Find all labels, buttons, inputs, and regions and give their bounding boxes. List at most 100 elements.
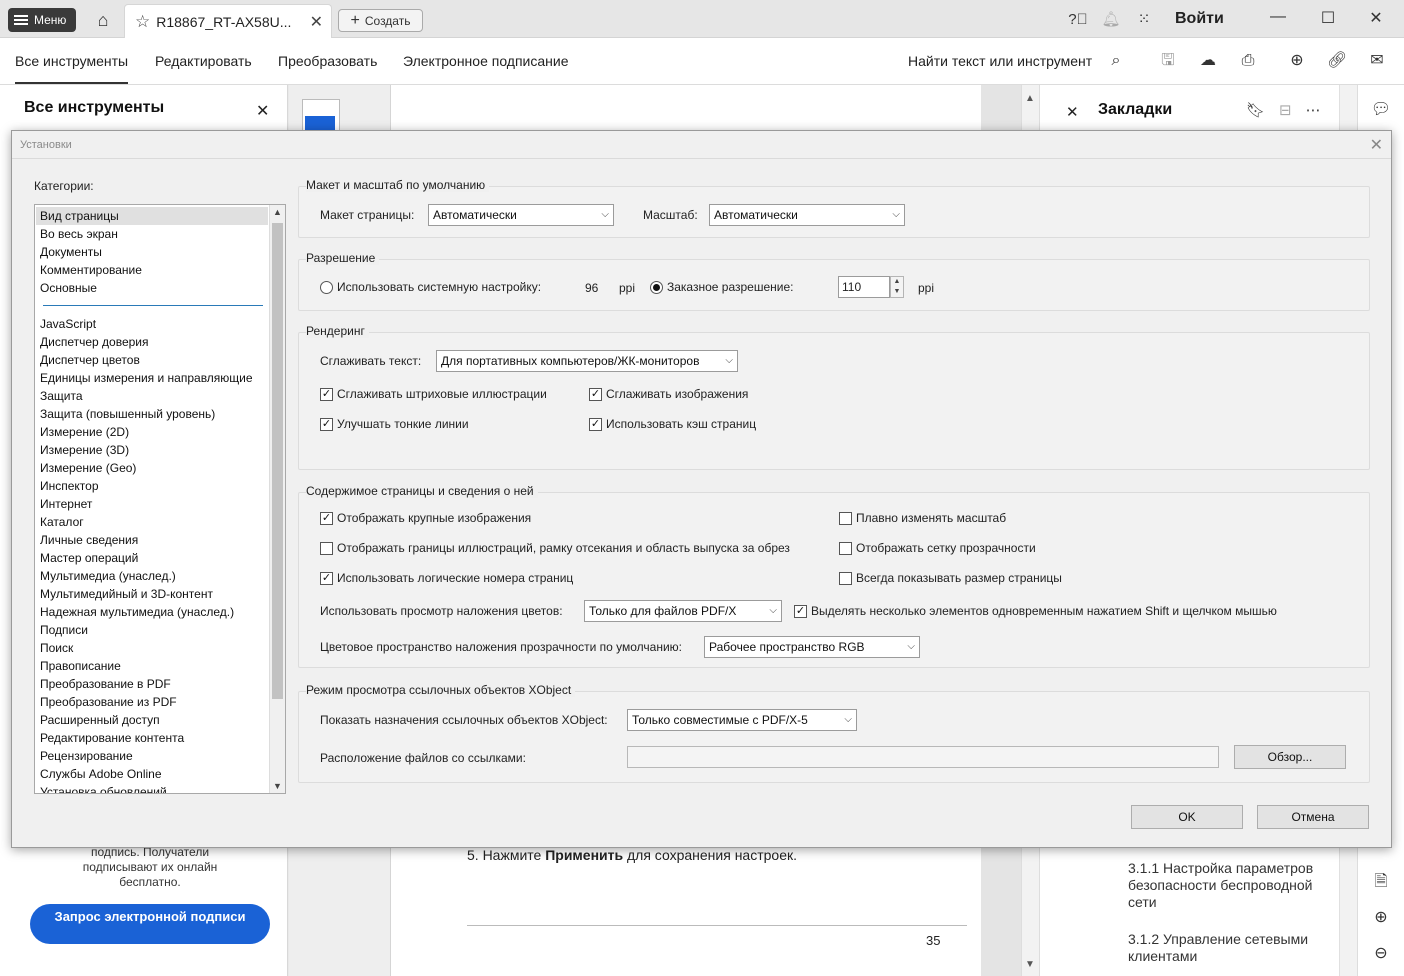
category-item[interactable]: Службы Adobe Online (40, 765, 162, 783)
category-item[interactable]: Защита (повышенный уровень) (40, 405, 215, 423)
category-item[interactable]: Документы (40, 243, 102, 261)
smooth-line-art-checkbox[interactable]: ✓ Сглаживать штриховые иллюстрации (320, 387, 547, 401)
request-signature-button[interactable]: Запрос электронной подписи (30, 904, 270, 944)
zoom-select[interactable]: Автоматически ⌵ (709, 204, 905, 226)
category-item[interactable]: Личные сведения (40, 531, 138, 549)
category-item[interactable]: Правописание (40, 657, 121, 675)
tab-convert[interactable]: Преобразовать (278, 53, 377, 69)
category-item[interactable]: Мультимедийный и 3D-контент (40, 585, 213, 603)
category-item[interactable]: JavaScript (40, 315, 96, 333)
xobject-show-select[interactable]: Только совместимые с PDF/X-5 ⌵ (627, 709, 857, 731)
category-item[interactable]: Каталог (40, 513, 84, 531)
tab-e-sign[interactable]: Электронное подписание (403, 53, 569, 69)
category-item[interactable]: Преобразование из PDF (40, 693, 177, 711)
category-item[interactable]: Диспетчер доверия (40, 333, 149, 351)
category-item[interactable]: Основные (40, 279, 97, 297)
tab-all-tools[interactable]: Все инструменты (15, 53, 129, 84)
category-item[interactable]: Единицы измерения и направляющие (40, 369, 253, 387)
file-location-input[interactable] (627, 746, 1219, 768)
create-button[interactable]: + Создать (338, 9, 423, 32)
zoom-in-icon[interactable]: ⊕ (1370, 907, 1392, 929)
tab-edit[interactable]: Редактировать (155, 53, 252, 69)
page-info-icon[interactable]: 🗎 (1370, 871, 1392, 893)
category-item[interactable]: Защита (40, 387, 83, 405)
save-icon[interactable]: 🖫 (1158, 51, 1178, 71)
link-icon[interactable]: 🔗︎ (1327, 51, 1347, 71)
share-user-icon[interactable]: ⊕ (1287, 51, 1307, 71)
ok-button[interactable]: OK (1131, 805, 1243, 829)
close-panel-icon[interactable]: ✕ (256, 101, 269, 121)
search-icon[interactable]: ⌕ (1106, 51, 1126, 71)
minimize-icon[interactable]: — (1268, 8, 1288, 30)
browse-button[interactable]: Обзор... (1234, 745, 1346, 769)
category-item[interactable]: Надежная мультимедиа (унаслед.) (40, 603, 234, 621)
category-item[interactable]: Вид страницы (36, 207, 268, 225)
categories-scrollbar[interactable]: ▲ ▼ (269, 205, 285, 793)
enhance-thin-lines-checkbox[interactable]: ✓ Улучшать тонкие линии (320, 417, 469, 431)
mail-icon[interactable]: ✉ (1367, 51, 1387, 71)
category-item[interactable]: Преобразование в PDF (40, 675, 171, 693)
scroll-down-icon[interactable]: ▼ (273, 781, 282, 791)
art-boxes-checkbox[interactable]: Отображать границы иллюстраций, рамку от… (320, 541, 790, 555)
apps-grid-icon[interactable]: ⁙ (1134, 10, 1154, 30)
find-text-tool[interactable]: Найти текст или инструмент (908, 53, 1092, 69)
blend-space-select[interactable]: Рабочее пространство RGB ⌵ (704, 636, 920, 658)
cloud-upload-icon[interactable]: ☁ (1198, 51, 1218, 71)
signin-button[interactable]: Войти (1175, 10, 1224, 28)
bookmark-item[interactable]: 3.1.1 Настройка параметров безопасности … (1128, 860, 1328, 911)
category-item[interactable]: Поиск (40, 639, 73, 657)
category-item[interactable]: Мультимедиа (унаслед.) (40, 567, 176, 585)
smooth-text-select[interactable]: Для портативных компьютеров/ЖК-мониторов… (436, 350, 738, 372)
smooth-images-checkbox[interactable]: ✓ Сглаживать изображения (589, 387, 748, 401)
page-cache-checkbox[interactable]: ✓ Использовать кэш страниц (589, 417, 756, 431)
zoom-out-icon[interactable]: ⊖ (1370, 943, 1392, 965)
category-item[interactable]: Мастер операций (40, 549, 138, 567)
document-tab[interactable]: ☆ R18867_RT-AX58U... ✕ (124, 4, 332, 38)
resolution-stepper[interactable]: ▲ ▼ (890, 276, 904, 298)
print-icon[interactable]: ⎙ (1238, 51, 1258, 71)
star-icon[interactable]: ☆ (135, 12, 150, 32)
help-icon[interactable]: ?⃝ (1068, 10, 1088, 30)
close-bookmarks-icon[interactable]: ✕ (1066, 103, 1079, 121)
category-item[interactable]: Комментирование (40, 261, 142, 279)
dialog-close-icon[interactable]: ✕ (1370, 135, 1383, 155)
menu-button[interactable]: Меню (8, 8, 76, 32)
system-resolution-radio[interactable]: Использовать системную настройку: (320, 280, 541, 294)
smooth-zoom-checkbox[interactable]: Плавно изменять масштаб (839, 511, 1006, 525)
category-item[interactable]: Инспектор (40, 477, 99, 495)
add-bookmark-icon[interactable]: 🔖︎ (1246, 102, 1279, 119)
scroll-up-icon[interactable]: ▲ (1025, 93, 1035, 104)
bookmark-icon[interactable]: ⊟ (1279, 102, 1306, 119)
scroll-up-icon[interactable]: ▲ (273, 207, 282, 217)
custom-resolution-radio[interactable]: Заказное разрешение: (650, 280, 794, 294)
category-item[interactable]: Расширенный доступ (40, 711, 160, 729)
categories-list[interactable]: ▲ ▼ Вид страницы Во весь экран Документы Ко… (34, 204, 286, 794)
category-item[interactable]: Во весь экран (40, 225, 118, 243)
category-item[interactable]: Подписи (40, 621, 88, 639)
close-tab-icon[interactable]: ✕ (310, 12, 323, 32)
more-icon[interactable]: ⋯ (1306, 102, 1335, 119)
scroll-down-icon[interactable]: ▼ (1025, 959, 1035, 970)
close-window-icon[interactable]: ✕ (1366, 8, 1386, 30)
comment-icon[interactable]: 💬︎ (1370, 99, 1392, 121)
page-layout-select[interactable]: Автоматически ⌵ (428, 204, 614, 226)
bell-icon[interactable]: 🔔︎ (1101, 10, 1121, 30)
category-item[interactable]: Измерение (2D) (40, 423, 129, 441)
category-item[interactable]: Рецензирование (40, 747, 133, 765)
home-icon[interactable]: ⌂ (92, 9, 114, 31)
category-item[interactable]: Интернет (40, 495, 92, 513)
category-item[interactable]: Измерение (Geo) (40, 459, 136, 477)
category-item[interactable]: Диспетчер цветов (40, 351, 140, 369)
category-item[interactable]: Установка обновлений (40, 783, 167, 793)
scrollbar-thumb[interactable] (272, 223, 283, 699)
shift-select-checkbox[interactable]: ✓ Выделять несколько элементов одновремен… (794, 604, 1277, 618)
transparency-grid-checkbox[interactable]: Отображать сетку прозрачности (839, 541, 1036, 555)
category-item[interactable]: Редактирование контента (40, 729, 184, 747)
logical-pages-checkbox[interactable]: ✓ Использовать логические номера страниц (320, 571, 573, 585)
large-images-checkbox[interactable]: ✓ Отображать крупные изображения (320, 511, 531, 525)
overprint-select[interactable]: Только для файлов PDF/X ⌵ (584, 600, 782, 622)
always-page-size-checkbox[interactable]: Всегда показывать размер страницы (839, 571, 1062, 585)
bookmark-item[interactable]: 3.1.2 Управление сетевыми клиентами (1128, 931, 1328, 965)
category-item[interactable]: Измерение (3D) (40, 441, 129, 459)
cancel-button[interactable]: Отмена (1257, 805, 1369, 829)
